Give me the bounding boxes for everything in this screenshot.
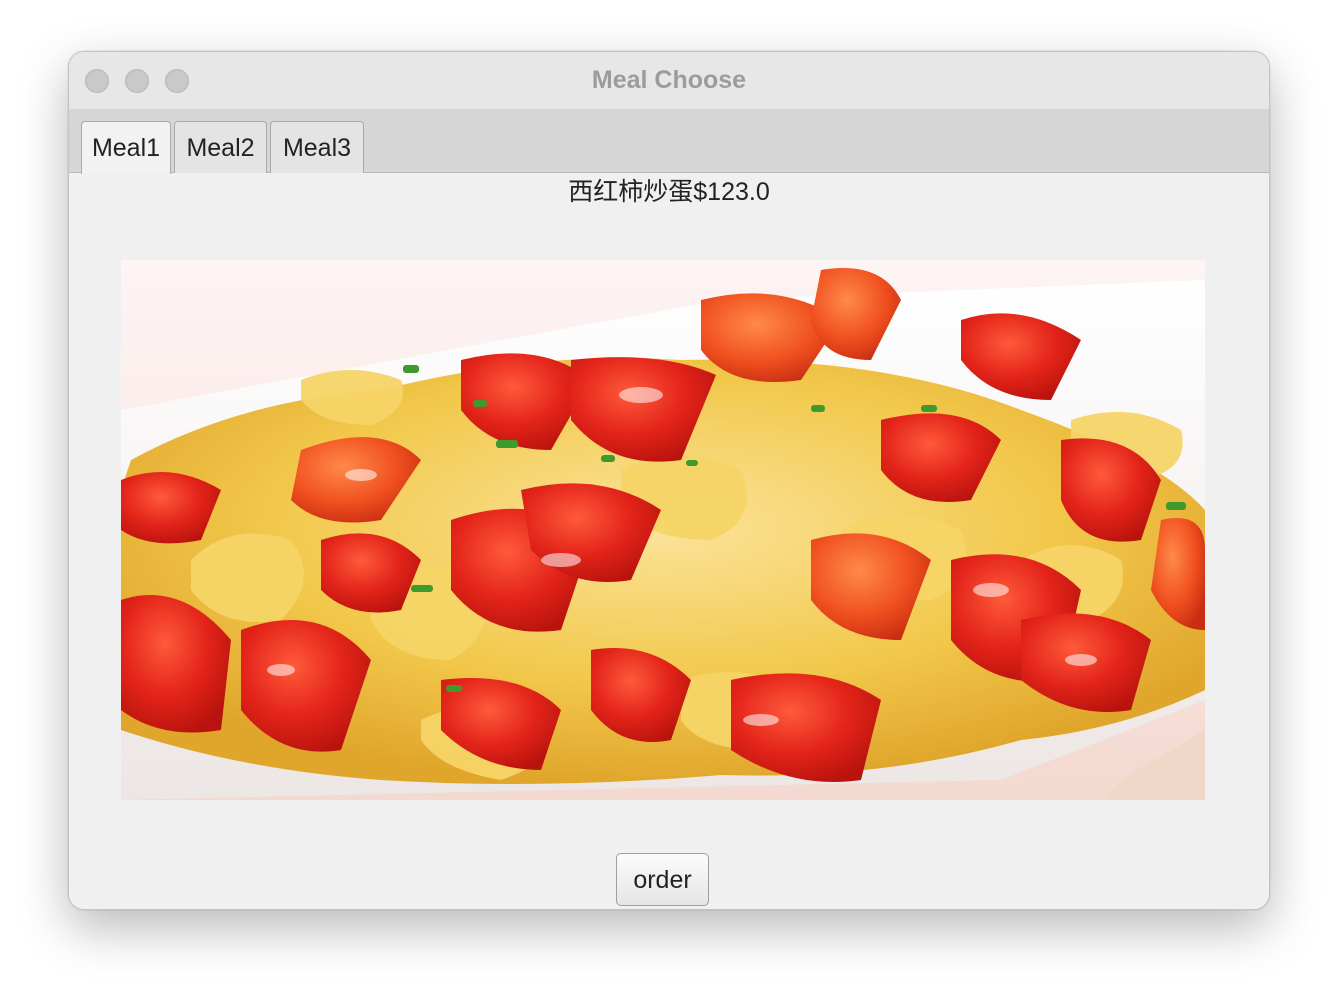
title-bar[interactable]: Meal Choose	[69, 52, 1269, 110]
window-title: Meal Choose	[591, 66, 747, 94]
tab-meal1[interactable]: Meal1	[81, 121, 171, 174]
tab-bar: Meal1 Meal2 Meal3	[69, 109, 1269, 174]
meal-name-price-label: 西红柿炒蛋$123.0	[568, 178, 770, 206]
meal-photo	[121, 260, 1205, 800]
order-button[interactable]: order	[616, 853, 709, 906]
tab-meal2[interactable]: Meal2	[174, 121, 267, 173]
tab-meal3[interactable]: Meal3	[270, 121, 364, 173]
app-window: Meal Choose Meal1 Meal2 Meal3 西红柿炒蛋$123.…	[68, 51, 1270, 910]
